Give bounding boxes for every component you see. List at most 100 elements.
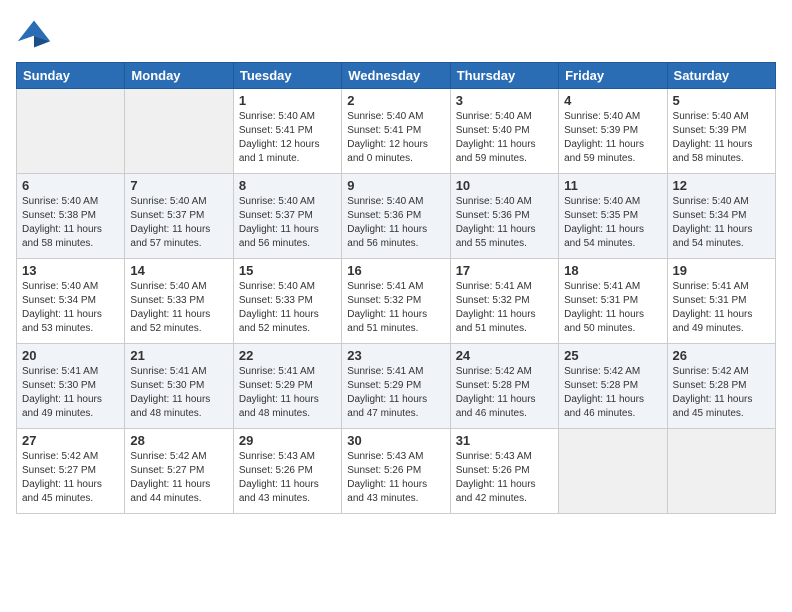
day-number: 1 (239, 93, 336, 108)
column-header-tuesday: Tuesday (233, 63, 341, 89)
cell-info: Sunrise: 5:42 AMSunset: 5:28 PMDaylight:… (673, 365, 770, 421)
calendar-cell: 10 Sunrise: 5:40 AMSunset: 5:36 PMDayligh… (450, 174, 558, 259)
day-number: 22 (239, 348, 336, 363)
day-number: 23 (347, 348, 444, 363)
day-number: 4 (564, 93, 661, 108)
day-number: 27 (22, 433, 119, 448)
calendar-cell: 9 Sunrise: 5:40 AMSunset: 5:36 PMDaylight… (342, 174, 450, 259)
day-number: 19 (673, 263, 770, 278)
week-row-2: 6 Sunrise: 5:40 AMSunset: 5:38 PMDaylight… (17, 174, 776, 259)
day-number: 26 (673, 348, 770, 363)
cell-info: Sunrise: 5:40 AMSunset: 5:37 PMDaylight:… (130, 195, 227, 251)
logo (16, 16, 58, 52)
cell-info: Sunrise: 5:40 AMSunset: 5:33 PMDaylight:… (130, 280, 227, 336)
cell-info: Sunrise: 5:42 AMSunset: 5:28 PMDaylight:… (564, 365, 661, 421)
day-number: 24 (456, 348, 553, 363)
day-number: 13 (22, 263, 119, 278)
page-header (16, 16, 776, 52)
day-number: 12 (673, 178, 770, 193)
cell-info: Sunrise: 5:43 AMSunset: 5:26 PMDaylight:… (456, 450, 553, 506)
day-number: 3 (456, 93, 553, 108)
day-number: 10 (456, 178, 553, 193)
cell-info: Sunrise: 5:41 AMSunset: 5:31 PMDaylight:… (673, 280, 770, 336)
calendar-cell: 13 Sunrise: 5:40 AMSunset: 5:34 PMDayligh… (17, 259, 125, 344)
calendar-cell: 2 Sunrise: 5:40 AMSunset: 5:41 PMDaylight… (342, 89, 450, 174)
calendar-cell (125, 89, 233, 174)
day-number: 29 (239, 433, 336, 448)
cell-info: Sunrise: 5:42 AMSunset: 5:27 PMDaylight:… (22, 450, 119, 506)
calendar-cell: 7 Sunrise: 5:40 AMSunset: 5:37 PMDaylight… (125, 174, 233, 259)
cell-info: Sunrise: 5:40 AMSunset: 5:37 PMDaylight:… (239, 195, 336, 251)
day-number: 30 (347, 433, 444, 448)
cell-info: Sunrise: 5:41 AMSunset: 5:31 PMDaylight:… (564, 280, 661, 336)
header-row: SundayMondayTuesdayWednesdayThursdayFrid… (17, 63, 776, 89)
calendar-cell: 5 Sunrise: 5:40 AMSunset: 5:39 PMDaylight… (667, 89, 775, 174)
calendar-cell: 21Sunrise: 5:41 AMSunset: 5:30 PMDayligh… (125, 344, 233, 429)
cell-info: Sunrise: 5:42 AMSunset: 5:28 PMDaylight:… (456, 365, 553, 421)
calendar-cell: 14 Sunrise: 5:40 AMSunset: 5:33 PMDayligh… (125, 259, 233, 344)
day-number: 15 (239, 263, 336, 278)
calendar-cell: 28 Sunrise: 5:42 AMSunset: 5:27 PMDayligh… (125, 429, 233, 514)
cell-info: Sunrise: 5:41 AMSunset: 5:32 PMDaylight:… (347, 280, 444, 336)
calendar-cell: 29Sunrise: 5:43 AMSunset: 5:26 PMDayligh… (233, 429, 341, 514)
calendar-cell: 22 Sunrise: 5:41 AMSunset: 5:29 PMDayligh… (233, 344, 341, 429)
cell-info: Sunrise: 5:40 AMSunset: 5:41 PMDaylight:… (347, 110, 444, 166)
week-row-5: 27 Sunrise: 5:42 AMSunset: 5:27 PMDayligh… (17, 429, 776, 514)
day-number: 14 (130, 263, 227, 278)
logo-icon (16, 16, 52, 52)
cell-info: Sunrise: 5:40 AMSunset: 5:39 PMDaylight:… (564, 110, 661, 166)
calendar-cell: 31 Sunrise: 5:43 AMSunset: 5:26 PMDayligh… (450, 429, 558, 514)
day-number: 18 (564, 263, 661, 278)
day-number: 21 (130, 348, 227, 363)
day-number: 20 (22, 348, 119, 363)
calendar-cell: 19 Sunrise: 5:41 AMSunset: 5:31 PMDayligh… (667, 259, 775, 344)
cell-info: Sunrise: 5:41 AMSunset: 5:29 PMDaylight:… (239, 365, 336, 421)
cell-info: Sunrise: 5:40 AMSunset: 5:36 PMDaylight:… (456, 195, 553, 251)
day-number: 28 (130, 433, 227, 448)
cell-info: Sunrise: 5:40 AMSunset: 5:34 PMDaylight:… (22, 280, 119, 336)
day-number: 17 (456, 263, 553, 278)
calendar-cell: 20 Sunrise: 5:41 AMSunset: 5:30 PMDayligh… (17, 344, 125, 429)
day-number: 5 (673, 93, 770, 108)
day-number: 25 (564, 348, 661, 363)
day-number: 6 (22, 178, 119, 193)
day-number: 7 (130, 178, 227, 193)
calendar-cell: 18 Sunrise: 5:41 AMSunset: 5:31 PMDayligh… (559, 259, 667, 344)
calendar-cell: 15 Sunrise: 5:40 AMSunset: 5:33 PMDayligh… (233, 259, 341, 344)
day-number: 9 (347, 178, 444, 193)
week-row-1: 1 Sunrise: 5:40 AMSunset: 5:41 PMDaylight… (17, 89, 776, 174)
calendar-cell: 27 Sunrise: 5:42 AMSunset: 5:27 PMDayligh… (17, 429, 125, 514)
day-number: 11 (564, 178, 661, 193)
cell-info: Sunrise: 5:40 AMSunset: 5:35 PMDaylight:… (564, 195, 661, 251)
calendar-cell (667, 429, 775, 514)
cell-info: Sunrise: 5:41 AMSunset: 5:32 PMDaylight:… (456, 280, 553, 336)
calendar-cell: 25 Sunrise: 5:42 AMSunset: 5:28 PMDayligh… (559, 344, 667, 429)
day-number: 16 (347, 263, 444, 278)
day-number: 8 (239, 178, 336, 193)
day-number: 2 (347, 93, 444, 108)
calendar-cell: 23 Sunrise: 5:41 AMSunset: 5:29 PMDayligh… (342, 344, 450, 429)
column-header-wednesday: Wednesday (342, 63, 450, 89)
calendar-cell: 30 Sunrise: 5:43 AMSunset: 5:26 PMDayligh… (342, 429, 450, 514)
cell-info: Sunrise: 5:40 AMSunset: 5:36 PMDaylight:… (347, 195, 444, 251)
calendar-cell: 17 Sunrise: 5:41 AMSunset: 5:32 PMDayligh… (450, 259, 558, 344)
cell-info: Sunrise: 5:40 AMSunset: 5:38 PMDaylight:… (22, 195, 119, 251)
cell-info: Sunrise: 5:40 AMSunset: 5:40 PMDaylight:… (456, 110, 553, 166)
cell-info: Sunrise: 5:41 AMSunset: 5:29 PMDaylight:… (347, 365, 444, 421)
column-header-saturday: Saturday (667, 63, 775, 89)
cell-info: Sunrise: 5:42 AMSunset: 5:27 PMDaylight:… (130, 450, 227, 506)
week-row-3: 13 Sunrise: 5:40 AMSunset: 5:34 PMDayligh… (17, 259, 776, 344)
column-header-thursday: Thursday (450, 63, 558, 89)
calendar-cell: 8 Sunrise: 5:40 AMSunset: 5:37 PMDaylight… (233, 174, 341, 259)
calendar-cell: 26 Sunrise: 5:42 AMSunset: 5:28 PMDayligh… (667, 344, 775, 429)
cell-info: Sunrise: 5:43 AMSunset: 5:26 PMDaylight:… (347, 450, 444, 506)
calendar-cell: 11 Sunrise: 5:40 AMSunset: 5:35 PMDayligh… (559, 174, 667, 259)
day-number: 31 (456, 433, 553, 448)
cell-info: Sunrise: 5:41 AMSunset: 5:30 PMDaylight:… (22, 365, 119, 421)
column-header-sunday: Sunday (17, 63, 125, 89)
calendar-cell: 6 Sunrise: 5:40 AMSunset: 5:38 PMDaylight… (17, 174, 125, 259)
cell-info: Sunrise: 5:40 AMSunset: 5:39 PMDaylight:… (673, 110, 770, 166)
cell-info: Sunrise: 5:40 AMSunset: 5:33 PMDaylight:… (239, 280, 336, 336)
calendar-table: SundayMondayTuesdayWednesdayThursdayFrid… (16, 62, 776, 514)
calendar-cell: 1Sunrise: 5:40 AMSunset: 5:41 PMDaylight… (233, 89, 341, 174)
